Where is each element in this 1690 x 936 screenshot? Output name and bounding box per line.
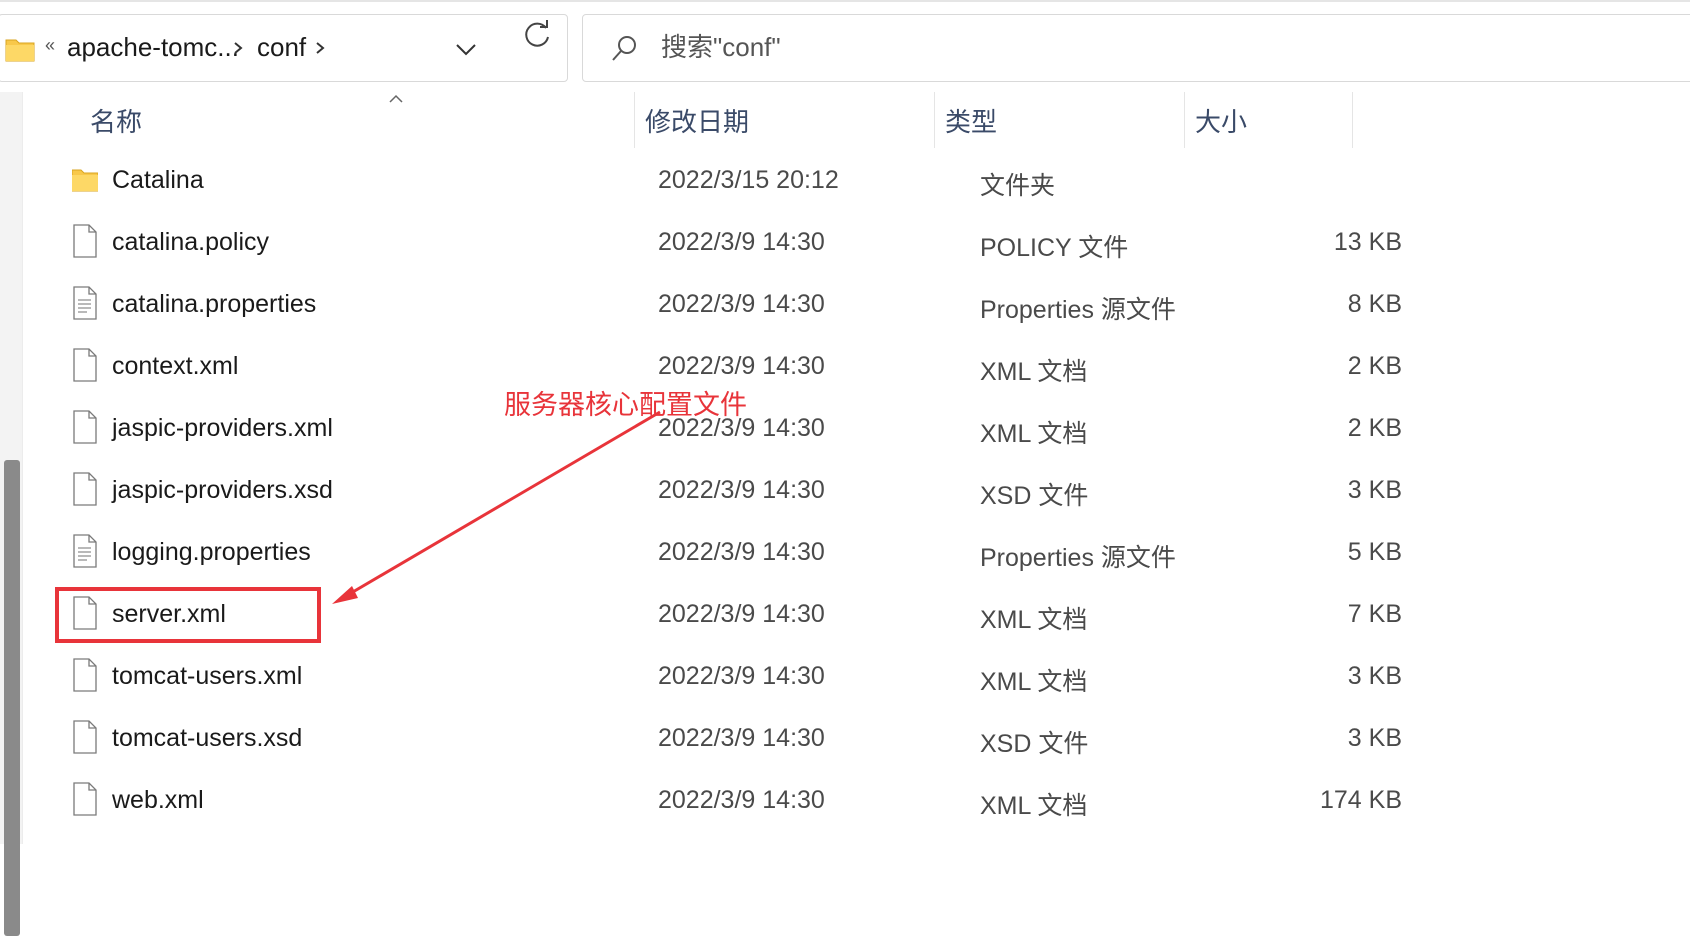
search-icon xyxy=(612,36,636,61)
chevron-right-icon[interactable] xyxy=(313,37,327,59)
file-size: 2 KB xyxy=(1347,414,1402,442)
file-type: Properties 源文件 xyxy=(980,296,1176,324)
file-name: jaspic-providers.xsd xyxy=(112,476,333,504)
breadcrumb-conf[interactable]: conf xyxy=(257,32,306,63)
scrollbar-thumb[interactable] xyxy=(4,460,20,936)
file-size: 174 KB xyxy=(1319,786,1402,814)
file-name: Catalina xyxy=(112,166,204,194)
file-size: 7 KB xyxy=(1347,600,1402,628)
column-name[interactable]: 名称 xyxy=(32,92,635,148)
text-file-icon xyxy=(73,286,97,320)
file-size: 8 KB xyxy=(1347,290,1402,318)
column-size-label: 大小 xyxy=(1195,107,1248,137)
file-type: XSD 文件 xyxy=(980,482,1089,510)
refresh-icon[interactable] xyxy=(518,16,556,54)
column-name-label: 名称 xyxy=(90,107,143,137)
file-type: XML 文档 xyxy=(980,668,1088,696)
file-type: XML 文档 xyxy=(980,792,1088,820)
file-date-modified: 2022/3/9 14:30 xyxy=(658,786,825,814)
column-header: 名称 修改日期 类型 大小 xyxy=(32,92,1422,148)
file-type: XML 文档 xyxy=(980,358,1088,386)
file-type: POLICY 文件 xyxy=(980,234,1129,262)
file-name: context.xml xyxy=(112,352,239,380)
file-name: logging.properties xyxy=(112,538,311,566)
column-date-label: 修改日期 xyxy=(645,107,750,137)
file-size: 2 KB xyxy=(1347,352,1402,380)
file-icon xyxy=(73,224,97,258)
breadcrumb-apache-tomcat[interactable]: apache-tomc... xyxy=(67,32,239,63)
address-bar[interactable]: « apache-tomc... conf xyxy=(0,14,568,82)
file-size: 13 KB xyxy=(1333,228,1402,256)
file-icon xyxy=(73,348,97,382)
file-icon xyxy=(73,472,97,506)
file-date-modified: 2022/3/9 14:30 xyxy=(658,724,825,752)
search-input[interactable] xyxy=(661,29,1161,65)
file-row[interactable]: logging.properties 2022/3/9 14:30 Properti… xyxy=(32,524,1422,586)
file-name: jaspic-providers.xml xyxy=(112,414,333,442)
file-date-modified: 2022/3/9 14:30 xyxy=(658,352,825,380)
file-row[interactable]: catalina.properties 2022/3/9 14:30 Propert… xyxy=(32,276,1422,338)
annotation-label: 服务器核心配置文件 xyxy=(504,390,747,420)
file-date-modified: 2022/3/9 14:30 xyxy=(658,538,825,566)
file-type: 文件夹 xyxy=(980,172,1056,200)
text-file-icon xyxy=(73,534,97,568)
file-date-modified: 2022/3/9 14:30 xyxy=(658,600,825,628)
file-row[interactable]: tomcat-users.xsd 2022/3/9 14:30 XSD 文件 3 KB xyxy=(32,710,1422,772)
file-type: XML 文档 xyxy=(980,606,1088,634)
file-date-modified: 2022/3/9 14:30 xyxy=(658,662,825,690)
vertical-scrollbar[interactable] xyxy=(0,92,22,936)
file-name: tomcat-users.xsd xyxy=(112,724,303,752)
column-size[interactable]: 大小 xyxy=(1185,92,1353,148)
file-row[interactable]: catalina.policy 2022/3/9 14:30 POLICY 文件 13… xyxy=(32,214,1422,276)
chevron-down-icon[interactable] xyxy=(451,37,481,61)
file-icon xyxy=(73,410,97,444)
file-icon xyxy=(73,658,97,692)
file-name: catalina.properties xyxy=(112,290,317,318)
file-date-modified: 2022/3/9 14:30 xyxy=(658,476,825,504)
file-row[interactable]: Catalina 2022/3/15 20:12 文件夹 xyxy=(32,152,1422,214)
file-type: Properties 源文件 xyxy=(980,544,1176,572)
file-row[interactable]: web.xml 2022/3/9 14:30 XML 文档 174 KB xyxy=(32,772,1422,834)
column-type-label: 类型 xyxy=(945,107,998,137)
file-size: 3 KB xyxy=(1347,724,1402,752)
column-date-modified[interactable]: 修改日期 xyxy=(635,92,935,148)
file-name: catalina.policy xyxy=(112,228,270,256)
file-size: 3 KB xyxy=(1347,662,1402,690)
file-date-modified: 2022/3/9 14:30 xyxy=(658,290,825,318)
search-box[interactable] xyxy=(582,14,1690,82)
breadcrumb-overflow[interactable]: « xyxy=(45,35,55,56)
file-icon xyxy=(73,782,97,816)
highlight-box xyxy=(55,587,321,643)
file-date-modified: 2022/3/9 14:30 xyxy=(658,228,825,256)
file-type: XML 文档 xyxy=(980,420,1088,448)
file-icon xyxy=(73,720,97,754)
file-type: XSD 文件 xyxy=(980,730,1089,758)
column-type[interactable]: 类型 xyxy=(935,92,1185,148)
file-row[interactable]: tomcat-users.xml 2022/3/9 14:30 XML 文档 3 KB xyxy=(32,648,1422,710)
file-size: 3 KB xyxy=(1347,476,1402,504)
explorer-toolbar: « apache-tomc... conf xyxy=(0,0,1690,92)
file-name: web.xml xyxy=(112,786,204,814)
folder-icon xyxy=(72,169,98,192)
file-size: 5 KB xyxy=(1347,538,1402,566)
file-row[interactable]: jaspic-providers.xsd 2022/3/9 14:30 XSD 文件… xyxy=(32,462,1422,524)
folder-icon xyxy=(5,39,35,62)
file-name: tomcat-users.xml xyxy=(112,662,303,690)
file-date-modified: 2022/3/15 20:12 xyxy=(658,166,839,194)
chevron-right-icon[interactable] xyxy=(231,37,245,59)
